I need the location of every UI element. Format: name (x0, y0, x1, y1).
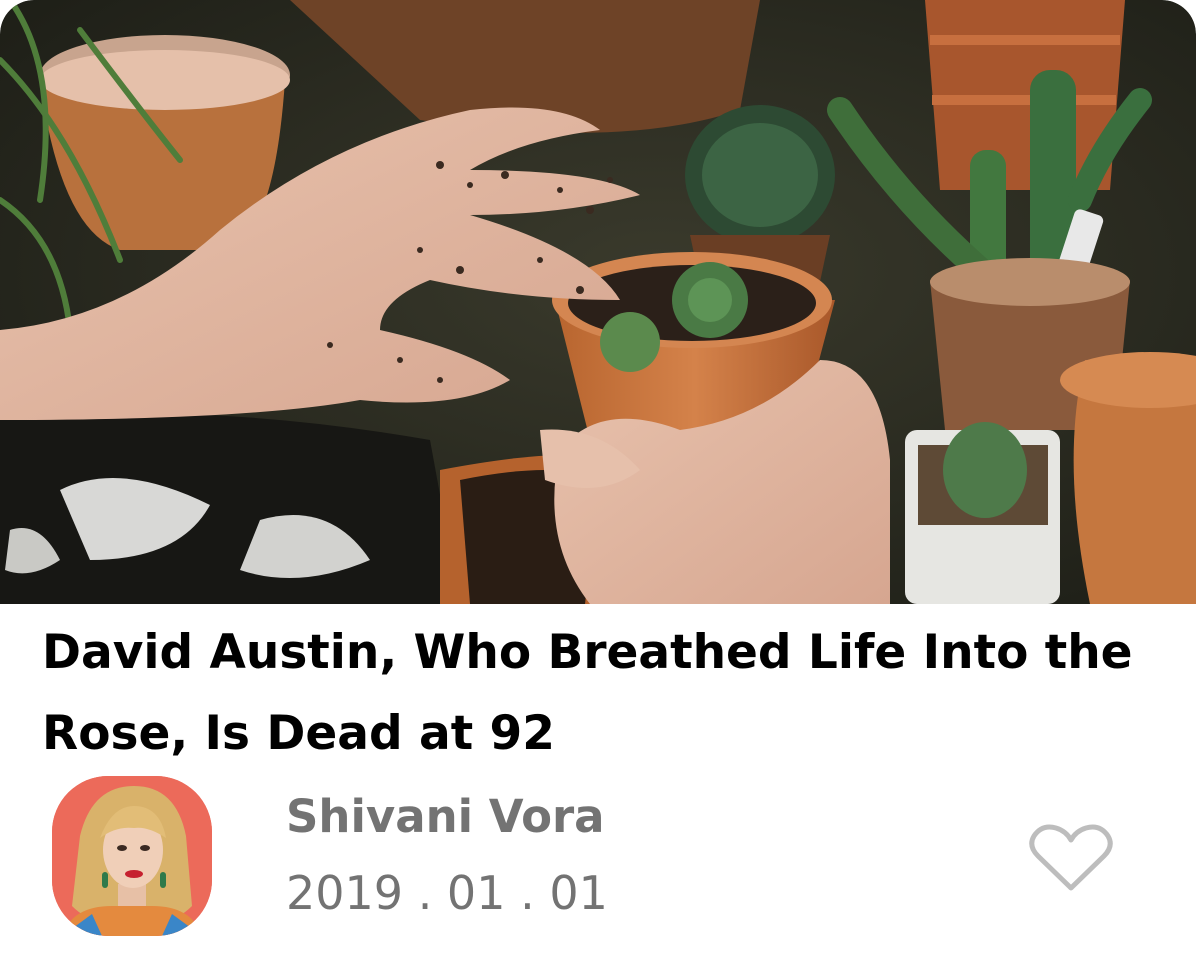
article-title[interactable]: David Austin, Who Breathed Life Into the… (42, 612, 1162, 774)
heart-outline-icon[interactable] (1026, 822, 1116, 894)
author-avatar[interactable] (52, 776, 212, 936)
article-card[interactable]: David Austin, Who Breathed Life Into the… (0, 0, 1196, 964)
article-cover-image[interactable] (0, 0, 1196, 604)
publish-date: 2019 . 01 . 01 (286, 866, 608, 920)
author-name[interactable]: Shivani Vora (286, 786, 605, 848)
